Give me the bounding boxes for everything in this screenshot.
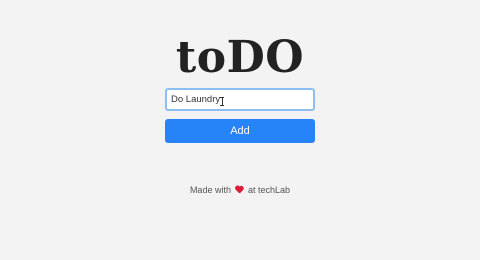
- footer-at-techlab: at techLab: [248, 185, 291, 195]
- add-button[interactable]: Add: [165, 119, 315, 143]
- heart-icon: [235, 186, 243, 194]
- text-cursor-icon: [220, 97, 224, 106]
- footer-made-with: Made with: [189, 185, 231, 195]
- todo-input[interactable]: [165, 88, 315, 111]
- app-title: toDO: [175, 32, 305, 83]
- footer: Made with at techLab: [0, 184, 480, 196]
